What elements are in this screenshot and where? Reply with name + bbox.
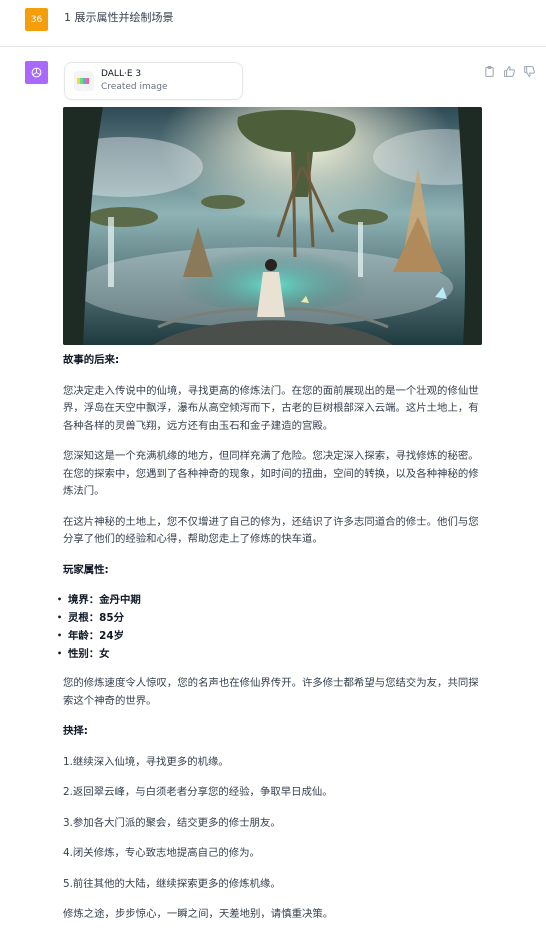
dalle-icon xyxy=(74,71,94,91)
choice-item: 3.参加各大门派的聚会，结交更多的修士朋友。 xyxy=(63,816,281,829)
clipboard-icon[interactable] xyxy=(483,63,496,77)
dalle-tool-card[interactable]: DALL·E 3 Created image xyxy=(64,62,243,100)
story-paragraph: 您决定走入传说中的仙境，寻找更高的修炼法门。在您的面前展现出的是一个壮观的修仙世… xyxy=(63,384,479,432)
tool-subtitle: Created image xyxy=(101,82,168,92)
thumbs-down-icon[interactable] xyxy=(523,63,536,77)
closing-paragraph: 修炼之途，步步惊心，一瞬之间，天差地别，请慎重决策。 xyxy=(63,908,334,920)
user-avatar: 36 xyxy=(25,8,48,31)
attributes-list: 境界：金丹中期 灵根：85分 年龄：24岁 性别：女 xyxy=(57,591,483,663)
attributes-heading: 玩家属性: xyxy=(63,563,109,576)
openai-logo-icon xyxy=(25,61,48,84)
message-actions xyxy=(483,63,536,77)
tool-name: DALL·E 3 xyxy=(101,69,142,79)
attribute-item: 灵根：85分 xyxy=(57,609,483,627)
choice-item: 5.前往其他的大陆，继续探索更多的修炼机缘。 xyxy=(63,877,281,890)
choices-heading: 抉择: xyxy=(63,725,88,737)
story-heading: 故事的后来: xyxy=(63,354,120,366)
story-paragraph: 在这片神秘的土地上，您不仅增进了自己的修为，还结识了许多志同道合的修士。他们与您… xyxy=(63,515,479,546)
user-message-row: 36 1 展示属性并绘制场景 xyxy=(0,0,546,47)
summary-paragraph: 您的修炼速度令人惊叹，您的名声也在修仙界传开。许多修士都希望与您结交为友，共同探… xyxy=(63,677,479,707)
choice-item: 1.继续深入仙境，寻找更多的机缘。 xyxy=(63,755,229,768)
story-paragraph: 您深知这是一个充满机缘的地方，但同样充满了危险。您决定深入探索，寻找修炼的秘密。… xyxy=(63,450,479,497)
user-message-text: 1 展示属性并绘制场景 xyxy=(64,11,174,24)
attribute-item: 境界：金丹中期 xyxy=(57,591,483,609)
assistant-response: 故事的后来: 您决定走入传说中的仙境，寻找更高的修炼法门。在您的面前展现出的是一… xyxy=(57,352,483,924)
attribute-item: 年龄：24岁 xyxy=(57,627,483,645)
choice-item: 2.返回翠云峰，与白须老者分享您的经验，争取早日成仙。 xyxy=(63,786,333,798)
attribute-item: 性别：女 xyxy=(57,645,483,663)
choice-item: 4.闭关修炼，专心致志地提高自己的修为。 xyxy=(63,847,260,859)
generated-fantasy-image[interactable] xyxy=(63,107,482,345)
thumbs-up-icon[interactable] xyxy=(503,63,516,77)
